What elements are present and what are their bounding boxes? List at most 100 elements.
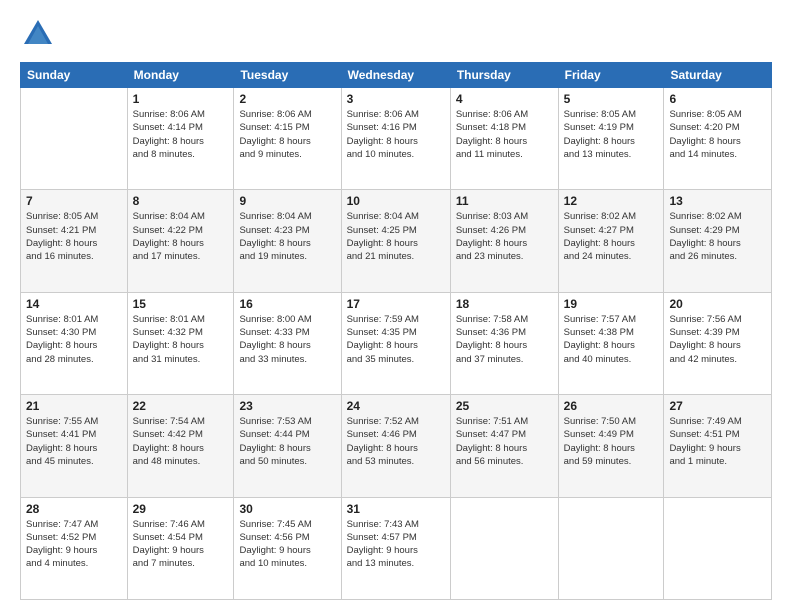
day-info: Sunrise: 8:00 AM Sunset: 4:33 PM Dayligh…	[239, 313, 335, 366]
logo-icon	[20, 16, 56, 52]
calendar-cell: 3 Sunrise: 8:06 AM Sunset: 4:16 PM Daylig…	[341, 88, 450, 190]
day-number: 11	[456, 194, 553, 208]
day-info: Sunrise: 8:02 AM Sunset: 4:27 PM Dayligh…	[564, 210, 659, 263]
weekday-header-friday: Friday	[558, 63, 664, 88]
calendar-cell: 18 Sunrise: 7:58 AM Sunset: 4:36 PM Dayli…	[450, 292, 558, 394]
calendar-week-row: 1Sunrise: 8:06 AM Sunset: 4:14 PM Daylig…	[21, 88, 772, 190]
day-number: 8	[133, 194, 229, 208]
day-info: Sunrise: 7:43 AM Sunset: 4:57 PM Dayligh…	[347, 518, 445, 571]
calendar-cell: 8 Sunrise: 8:04 AM Sunset: 4:22 PM Daylig…	[127, 190, 234, 292]
weekday-header-monday: Monday	[127, 63, 234, 88]
calendar-cell: 31Sunrise: 7:43 AM Sunset: 4:57 PM Dayli…	[341, 497, 450, 599]
calendar-cell: 23 Sunrise: 7:53 AM Sunset: 4:44 PM Dayli…	[234, 395, 341, 497]
calendar-cell: 2 Sunrise: 8:06 AM Sunset: 4:15 PM Daylig…	[234, 88, 341, 190]
day-number: 19	[564, 297, 659, 311]
day-info: Sunrise: 8:03 AM Sunset: 4:26 PM Dayligh…	[456, 210, 553, 263]
day-info: Sunrise: 7:46 AM Sunset: 4:54 PM Dayligh…	[133, 518, 229, 571]
day-info: Sunrise: 8:06 AM Sunset: 4:18 PM Dayligh…	[456, 108, 553, 161]
day-info: Sunrise: 7:50 AM Sunset: 4:49 PM Dayligh…	[564, 415, 659, 468]
day-number: 27	[669, 399, 766, 413]
day-number: 26	[564, 399, 659, 413]
weekday-header-row: SundayMondayTuesdayWednesdayThursdayFrid…	[21, 63, 772, 88]
day-number: 30	[239, 502, 335, 516]
logo	[20, 16, 60, 52]
day-number: 20	[669, 297, 766, 311]
calendar-cell: 19 Sunrise: 7:57 AM Sunset: 4:38 PM Dayli…	[558, 292, 664, 394]
day-number: 7	[26, 194, 122, 208]
day-number: 18	[456, 297, 553, 311]
calendar-week-row: 14Sunrise: 8:01 AM Sunset: 4:30 PM Dayli…	[21, 292, 772, 394]
day-number: 6	[669, 92, 766, 106]
day-info: Sunrise: 8:04 AM Sunset: 4:22 PM Dayligh…	[133, 210, 229, 263]
day-info: Sunrise: 7:57 AM Sunset: 4:38 PM Dayligh…	[564, 313, 659, 366]
calendar-week-row: 21 Sunrise: 7:55 AM Sunset: 4:41 PM Dayli…	[21, 395, 772, 497]
calendar-cell: 14Sunrise: 8:01 AM Sunset: 4:30 PM Dayli…	[21, 292, 128, 394]
calendar-cell	[21, 88, 128, 190]
calendar-cell: 6Sunrise: 8:05 AM Sunset: 4:20 PM Daylig…	[664, 88, 772, 190]
calendar-cell: 25Sunrise: 7:51 AM Sunset: 4:47 PM Dayli…	[450, 395, 558, 497]
weekday-header-saturday: Saturday	[664, 63, 772, 88]
calendar-cell: 30 Sunrise: 7:45 AM Sunset: 4:56 PM Dayli…	[234, 497, 341, 599]
calendar-cell: 27 Sunrise: 7:49 AM Sunset: 4:51 PM Dayli…	[664, 395, 772, 497]
calendar-cell: 29Sunrise: 7:46 AM Sunset: 4:54 PM Dayli…	[127, 497, 234, 599]
day-info: Sunrise: 8:05 AM Sunset: 4:19 PM Dayligh…	[564, 108, 659, 161]
day-info: Sunrise: 8:04 AM Sunset: 4:25 PM Dayligh…	[347, 210, 445, 263]
day-info: Sunrise: 7:56 AM Sunset: 4:39 PM Dayligh…	[669, 313, 766, 366]
calendar-cell: 5Sunrise: 8:05 AM Sunset: 4:19 PM Daylig…	[558, 88, 664, 190]
day-info: Sunrise: 7:53 AM Sunset: 4:44 PM Dayligh…	[239, 415, 335, 468]
day-number: 22	[133, 399, 229, 413]
day-info: Sunrise: 8:01 AM Sunset: 4:32 PM Dayligh…	[133, 313, 229, 366]
day-number: 12	[564, 194, 659, 208]
day-number: 14	[26, 297, 122, 311]
weekday-header-sunday: Sunday	[21, 63, 128, 88]
day-info: Sunrise: 7:51 AM Sunset: 4:47 PM Dayligh…	[456, 415, 553, 468]
day-number: 16	[239, 297, 335, 311]
day-info: Sunrise: 7:45 AM Sunset: 4:56 PM Dayligh…	[239, 518, 335, 571]
calendar-cell	[664, 497, 772, 599]
calendar-cell: 9 Sunrise: 8:04 AM Sunset: 4:23 PM Daylig…	[234, 190, 341, 292]
day-number: 15	[133, 297, 229, 311]
calendar-week-row: 28 Sunrise: 7:47 AM Sunset: 4:52 PM Dayli…	[21, 497, 772, 599]
calendar-cell: 1Sunrise: 8:06 AM Sunset: 4:14 PM Daylig…	[127, 88, 234, 190]
day-number: 21	[26, 399, 122, 413]
day-number: 23	[239, 399, 335, 413]
calendar-cell: 20 Sunrise: 7:56 AM Sunset: 4:39 PM Dayli…	[664, 292, 772, 394]
day-number: 13	[669, 194, 766, 208]
day-number: 24	[347, 399, 445, 413]
day-info: Sunrise: 7:54 AM Sunset: 4:42 PM Dayligh…	[133, 415, 229, 468]
day-info: Sunrise: 7:52 AM Sunset: 4:46 PM Dayligh…	[347, 415, 445, 468]
day-info: Sunrise: 7:49 AM Sunset: 4:51 PM Dayligh…	[669, 415, 766, 468]
calendar-cell: 10Sunrise: 8:04 AM Sunset: 4:25 PM Dayli…	[341, 190, 450, 292]
calendar-cell	[450, 497, 558, 599]
calendar-week-row: 7 Sunrise: 8:05 AM Sunset: 4:21 PM Daylig…	[21, 190, 772, 292]
weekday-header-tuesday: Tuesday	[234, 63, 341, 88]
day-info: Sunrise: 8:06 AM Sunset: 4:15 PM Dayligh…	[239, 108, 335, 161]
calendar-cell: 16 Sunrise: 8:00 AM Sunset: 4:33 PM Dayli…	[234, 292, 341, 394]
day-info: Sunrise: 8:06 AM Sunset: 4:16 PM Dayligh…	[347, 108, 445, 161]
day-number: 28	[26, 502, 122, 516]
day-info: Sunrise: 7:58 AM Sunset: 4:36 PM Dayligh…	[456, 313, 553, 366]
calendar-cell: 4Sunrise: 8:06 AM Sunset: 4:18 PM Daylig…	[450, 88, 558, 190]
calendar-page: SundayMondayTuesdayWednesdayThursdayFrid…	[0, 0, 792, 612]
weekday-header-wednesday: Wednesday	[341, 63, 450, 88]
day-info: Sunrise: 8:06 AM Sunset: 4:14 PM Dayligh…	[133, 108, 229, 161]
day-info: Sunrise: 7:47 AM Sunset: 4:52 PM Dayligh…	[26, 518, 122, 571]
calendar-cell: 7 Sunrise: 8:05 AM Sunset: 4:21 PM Daylig…	[21, 190, 128, 292]
calendar-cell: 21 Sunrise: 7:55 AM Sunset: 4:41 PM Dayli…	[21, 395, 128, 497]
day-number: 3	[347, 92, 445, 106]
calendar-cell: 12 Sunrise: 8:02 AM Sunset: 4:27 PM Dayli…	[558, 190, 664, 292]
day-info: Sunrise: 8:02 AM Sunset: 4:29 PM Dayligh…	[669, 210, 766, 263]
calendar-cell: 26 Sunrise: 7:50 AM Sunset: 4:49 PM Dayli…	[558, 395, 664, 497]
day-info: Sunrise: 8:04 AM Sunset: 4:23 PM Dayligh…	[239, 210, 335, 263]
calendar-cell: 11 Sunrise: 8:03 AM Sunset: 4:26 PM Dayli…	[450, 190, 558, 292]
day-number: 9	[239, 194, 335, 208]
calendar-cell: 17Sunrise: 7:59 AM Sunset: 4:35 PM Dayli…	[341, 292, 450, 394]
calendar-cell	[558, 497, 664, 599]
day-info: Sunrise: 7:59 AM Sunset: 4:35 PM Dayligh…	[347, 313, 445, 366]
weekday-header-thursday: Thursday	[450, 63, 558, 88]
calendar-cell: 28 Sunrise: 7:47 AM Sunset: 4:52 PM Dayli…	[21, 497, 128, 599]
day-number: 2	[239, 92, 335, 106]
day-info: Sunrise: 7:55 AM Sunset: 4:41 PM Dayligh…	[26, 415, 122, 468]
calendar-cell: 13 Sunrise: 8:02 AM Sunset: 4:29 PM Dayli…	[664, 190, 772, 292]
day-info: Sunrise: 8:05 AM Sunset: 4:21 PM Dayligh…	[26, 210, 122, 263]
